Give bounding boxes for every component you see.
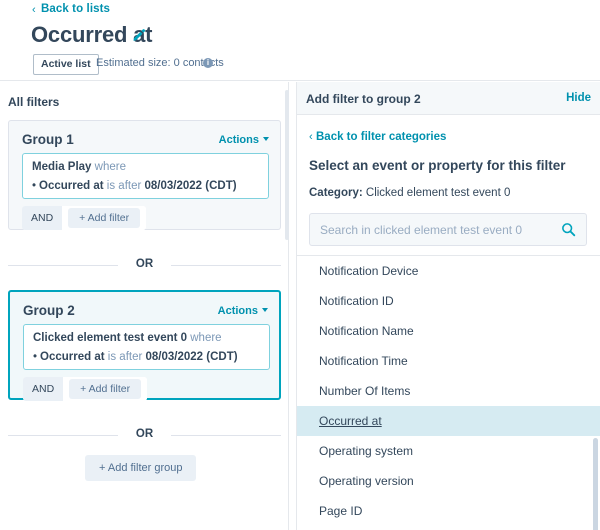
group-1-actions-button[interactable]: Actions xyxy=(219,134,269,146)
add-filter-panel: Add filter to group 2 Hide ‹ Back to fil… xyxy=(296,82,600,530)
add-filter-panel-title: Add filter to group 2 xyxy=(306,92,421,106)
group-2-add-filter-button[interactable]: + Add filter xyxy=(69,379,142,399)
property-list-item[interactable]: Occurred at xyxy=(297,406,600,436)
property-list[interactable]: Notification Device Notification ID Notifi… xyxy=(297,256,600,530)
bullet-icon: • xyxy=(32,180,37,192)
group-2-and-row: AND + Add filter xyxy=(23,377,148,401)
property-list-item-label: Notification Name xyxy=(319,324,414,338)
group-2-filter-value: 08/03/2022 (CDT) xyxy=(145,351,238,363)
back-chevron-icon: ‹ xyxy=(309,131,313,143)
property-list-scroll-track[interactable] xyxy=(593,256,599,530)
group-1-and-row: AND + Add filter xyxy=(22,206,147,230)
property-list-item[interactable]: Notification Name xyxy=(297,316,600,346)
search-input[interactable] xyxy=(310,214,556,245)
property-list-item-label: Operating version xyxy=(319,474,414,488)
active-list-badge: Active list xyxy=(33,54,99,75)
group-1-filter-where: where xyxy=(94,161,126,173)
category-value: Clicked element test event 0 xyxy=(365,187,511,199)
property-list-item-label: Notification ID xyxy=(319,294,394,308)
group-1-filter-value: 08/03/2022 (CDT) xyxy=(144,180,237,192)
group-2-filter-where: where xyxy=(190,332,222,344)
or-label-1: OR xyxy=(135,258,154,270)
property-list-item-label: Notification Device xyxy=(319,264,419,278)
property-list-item[interactable]: Notification ID xyxy=(297,286,600,316)
property-list-item-label: Number Of Items xyxy=(319,384,411,398)
filters-panel: All filters Group 1 Actions Media Play w… xyxy=(0,82,289,530)
group-2-title: Group 2 xyxy=(23,303,75,318)
group-1-add-filter-button[interactable]: + Add filter xyxy=(68,208,141,228)
back-to-lists-link[interactable]: Back to lists xyxy=(41,3,110,15)
property-list-item-label: Operating system xyxy=(319,444,414,458)
or-divider-2: OR xyxy=(8,428,281,442)
group-2-filter-property: Occurred at xyxy=(40,351,105,363)
group-1-actions-label: Actions xyxy=(218,134,259,146)
property-list-item[interactable]: Notification Device xyxy=(297,256,600,286)
hide-panel-button[interactable]: Hide xyxy=(566,92,591,104)
search-box[interactable] xyxy=(309,213,587,246)
bullet-icon: • xyxy=(33,351,38,363)
group-1-add-filter-wrap: + Add filter xyxy=(62,206,147,230)
group-1-filter-card[interactable]: Media Play where • Occurred at is after 0… xyxy=(22,153,269,199)
property-list-item-label: Notification Time xyxy=(319,354,408,368)
add-filter-group-button[interactable]: + Add filter group xyxy=(85,455,197,481)
page-header: ‹ Back to lists Occurred at Active list … xyxy=(0,0,600,81)
back-to-filter-categories-link[interactable]: Back to filter categories xyxy=(316,131,446,143)
info-icon[interactable]: i xyxy=(203,58,213,68)
group-2-and-label: AND xyxy=(23,377,64,401)
add-filter-panel-header: Add filter to group 2 Hide xyxy=(297,82,600,115)
property-list-item-label: Page ID xyxy=(319,504,363,518)
filter-group-2[interactable]: Group 2 Actions Clicked element test eve… xyxy=(8,290,281,401)
group-2-actions-label: Actions xyxy=(217,305,258,317)
property-list-scroll-thumb[interactable] xyxy=(593,438,598,530)
property-list-item[interactable]: Number Of Items xyxy=(297,376,600,406)
filter-group-1[interactable]: Group 1 Actions Media Play where • Occurr… xyxy=(8,120,281,230)
group-2-filter-condition-line: • Occurred at is after 08/03/2022 (CDT) xyxy=(33,351,238,363)
group-2-actions-button[interactable]: Actions xyxy=(218,305,268,317)
property-list-item[interactable]: Operating version xyxy=(297,466,600,496)
property-list-item-label: Occurred at xyxy=(319,414,382,428)
group-1-filter-property: Occurred at xyxy=(39,180,104,192)
property-list-item[interactable]: Operating system xyxy=(297,436,600,466)
group-2-filter-event: Clicked element test event 0 xyxy=(33,332,188,344)
select-event-heading: Select an event or property for this fil… xyxy=(309,158,566,173)
all-filters-label: All filters xyxy=(8,95,60,109)
back-chevron-icon: ‹ xyxy=(32,3,36,16)
group-2-filter-operator: is after xyxy=(107,351,143,363)
group-2-filter-card[interactable]: Clicked element test event 0 where • Occu… xyxy=(23,324,270,370)
chevron-down-icon xyxy=(262,308,268,312)
left-panel-scrollbar[interactable] xyxy=(285,90,289,240)
property-list-item[interactable]: Notification Time xyxy=(297,346,600,376)
or-divider-1: OR xyxy=(8,258,281,272)
search-icon[interactable] xyxy=(561,222,576,237)
group-2-filter-event-line: Clicked element test event 0 where xyxy=(33,332,222,344)
group-1-filter-operator: is after xyxy=(106,180,142,192)
pencil-icon[interactable] xyxy=(131,28,147,44)
group-2-add-filter-wrap: + Add filter xyxy=(63,377,148,401)
category-label: Category: xyxy=(309,187,363,199)
or-label-2: OR xyxy=(135,428,154,440)
chevron-down-icon xyxy=(263,137,269,141)
category-row: Category: Clicked element test event 0 xyxy=(309,187,510,199)
group-1-title: Group 1 xyxy=(22,132,74,147)
property-list-item[interactable]: Page ID xyxy=(297,496,600,526)
group-1-filter-condition-line: • Occurred at is after 08/03/2022 (CDT) xyxy=(32,180,237,192)
group-1-filter-event: Media Play xyxy=(32,161,92,173)
group-1-and-label: AND xyxy=(22,206,63,230)
group-1-filter-event-line: Media Play where xyxy=(32,161,126,173)
